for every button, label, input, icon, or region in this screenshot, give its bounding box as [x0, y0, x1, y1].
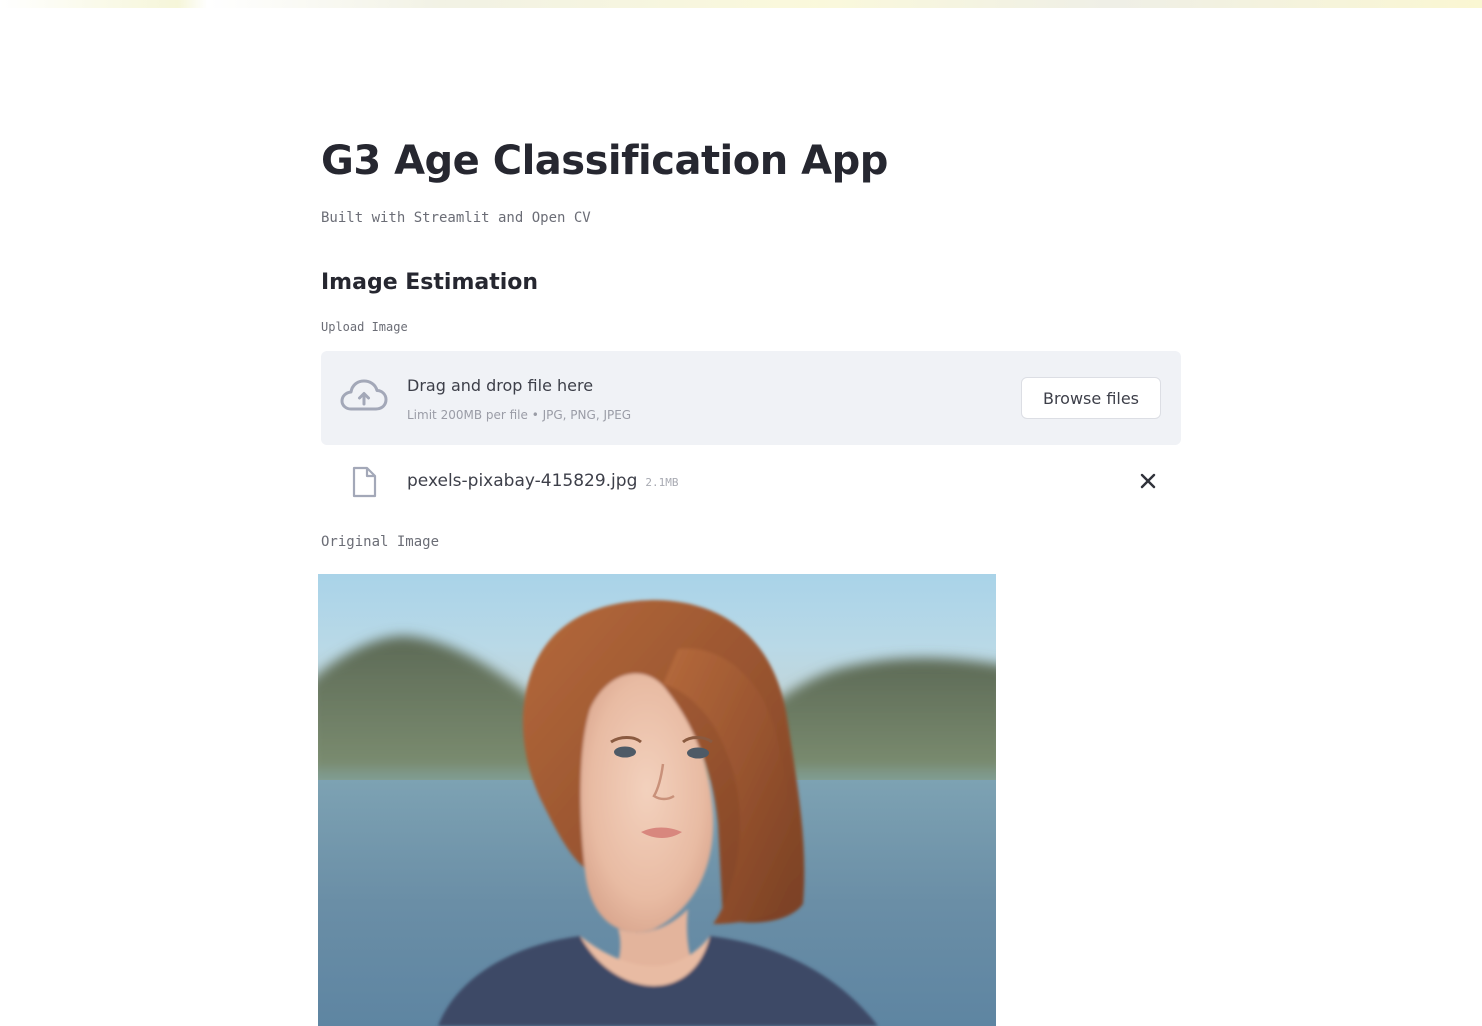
page-title: G3 Age Classification App	[321, 138, 888, 184]
top-decoration-bar	[0, 0, 1482, 8]
portrait-photo	[318, 574, 996, 1026]
page-subtitle: Built with Streamlit and Open CV	[321, 210, 591, 226]
file-size: 2.1MB	[645, 476, 679, 489]
dropzone-limit-text: Limit 200MB per file • JPG, PNG, JPEG	[407, 408, 632, 422]
uploaded-file-row: pexels-pixabay-415829.jpg 2.1MB	[321, 460, 1181, 504]
file-icon	[352, 466, 377, 498]
browse-files-button[interactable]: Browse files	[1021, 377, 1161, 419]
file-dropzone[interactable]: Drag and drop file here Limit 200MB per …	[321, 351, 1181, 445]
close-icon	[1140, 473, 1156, 489]
original-image	[318, 574, 996, 1026]
uploaded-file-name: pexels-pixabay-415829.jpg 2.1MB	[407, 471, 679, 491]
image-caption: Original Image	[321, 534, 440, 550]
dropzone-instructions: Drag and drop file here	[407, 376, 594, 395]
cloud-upload-icon	[340, 379, 388, 411]
uploader-label: Upload Image	[321, 320, 408, 334]
section-heading: Image Estimation	[321, 270, 539, 295]
remove-file-button[interactable]	[1135, 468, 1161, 494]
file-name-text: pexels-pixabay-415829.jpg	[407, 471, 638, 491]
